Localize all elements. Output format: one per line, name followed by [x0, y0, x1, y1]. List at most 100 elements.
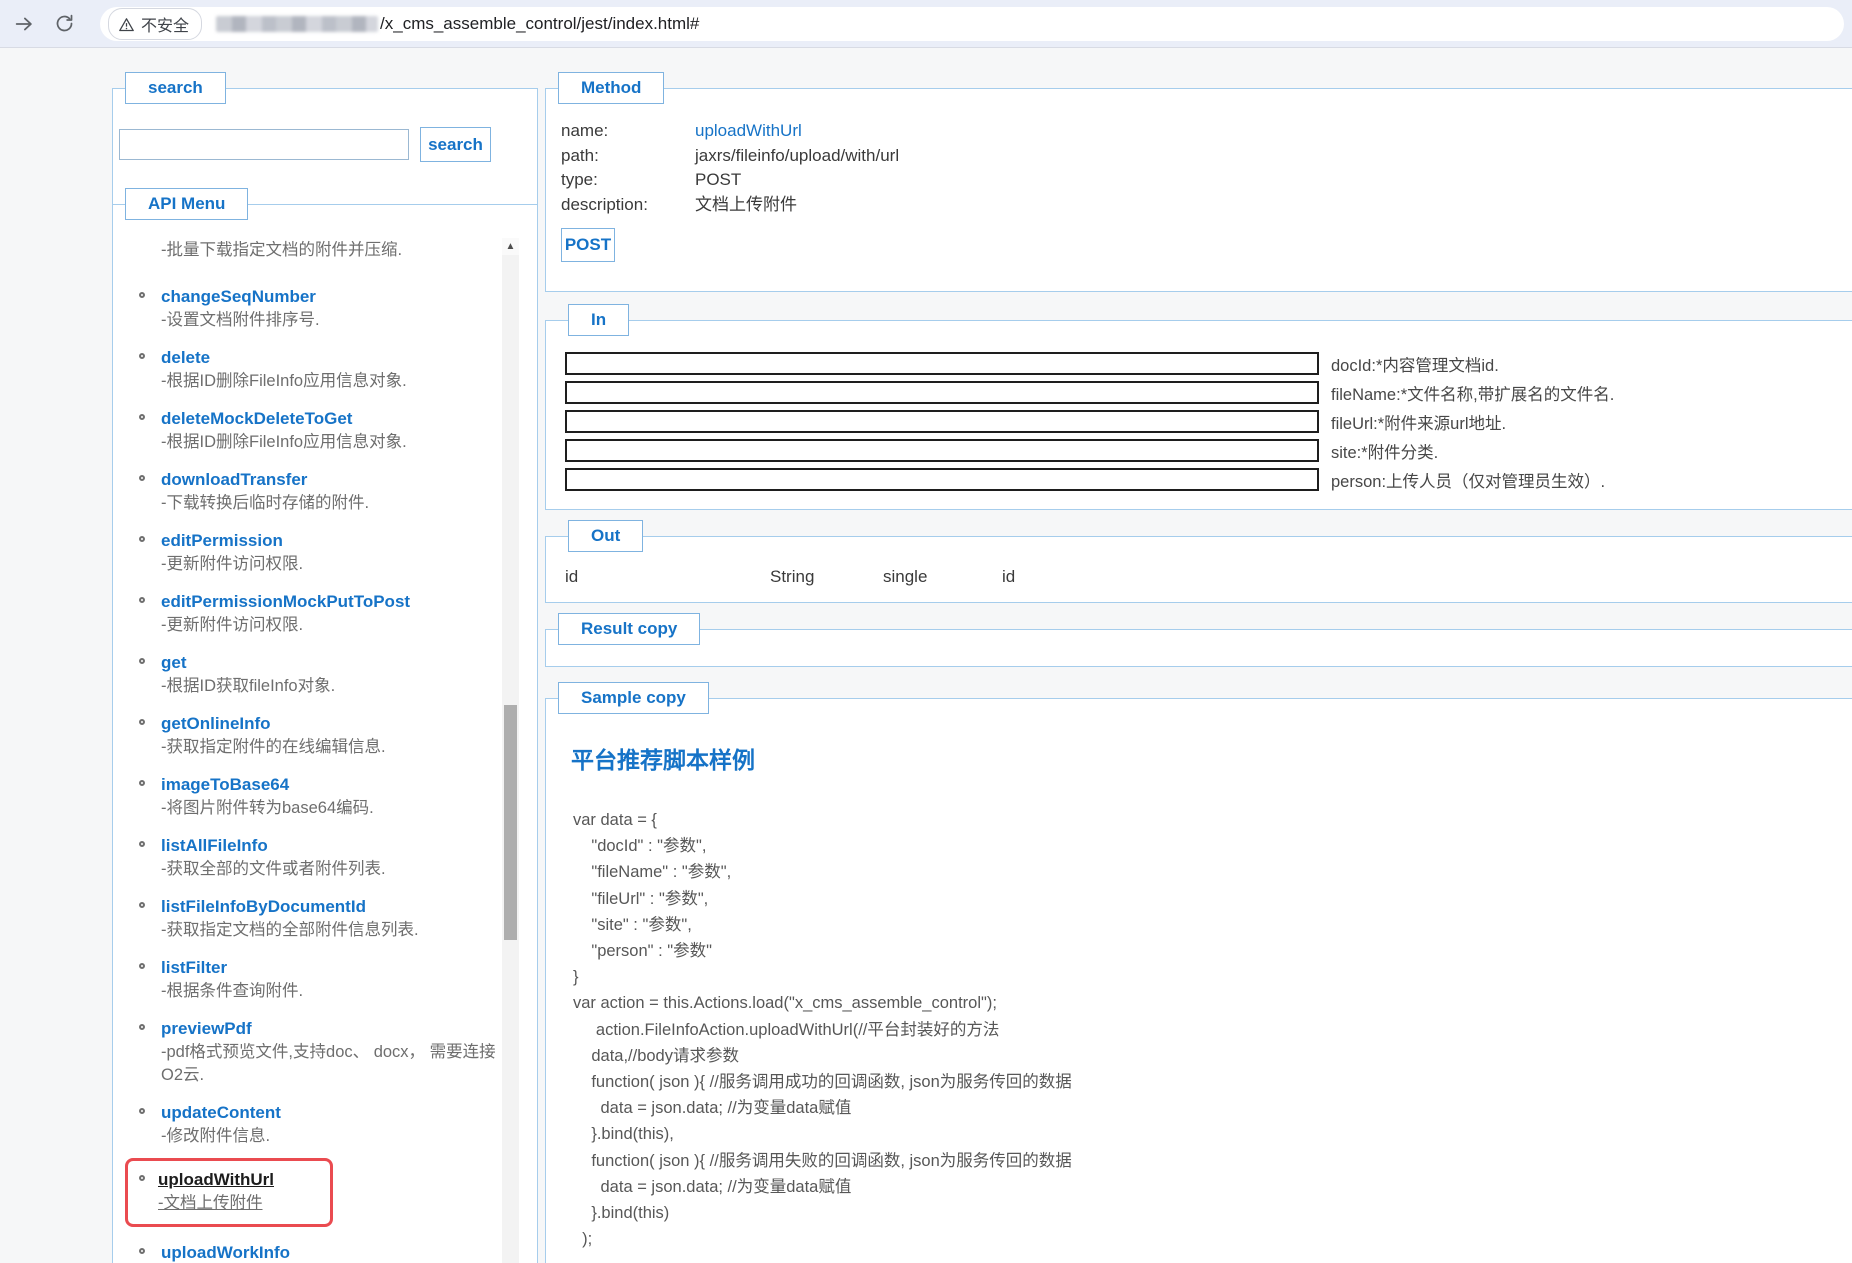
- code-line: data,//body请求参数: [573, 1046, 739, 1065]
- forward-arrow-icon: [13, 13, 35, 35]
- out-cell: single: [883, 567, 928, 586]
- url-bar[interactable]: 不安全 /x_cms_assemble_control/jest/index.h…: [100, 7, 1844, 41]
- reload-button[interactable]: [48, 8, 80, 40]
- method-field-path: path: jaxrs/fileinfo/upload/with/url: [561, 144, 899, 169]
- method-name-link[interactable]: uploadWithUrl: [695, 119, 802, 144]
- method-panel-legend: Method: [558, 72, 665, 104]
- code-line: function( json ){ //服务调用成功的回调函数, json为服务…: [573, 1073, 1072, 1092]
- field-label: description:: [561, 194, 648, 214]
- menu-item-description: -获取指定文档的全部附件信息列表.: [161, 921, 419, 939]
- menu-item: updateContent -修改附件信息.: [131, 1101, 501, 1148]
- bullet-circle-icon: [139, 780, 145, 786]
- code-line: "fileUrl" : "参数",: [573, 889, 709, 908]
- menu-item-description: -根据ID获取fileInfo对象.: [161, 677, 336, 695]
- menu-item-link[interactable]: listFileInfoByDocumentId: [161, 895, 366, 918]
- code-line: "site" : "参数",: [573, 915, 692, 934]
- menu-item-link[interactable]: imageToBase64: [161, 773, 289, 796]
- field-value: jaxrs/fileinfo/upload/with/url: [695, 145, 900, 165]
- code-line: function( json ){ //服务调用失败的回调函数, json为服务…: [573, 1151, 1072, 1170]
- browser-toolbar: 不安全 /x_cms_assemble_control/jest/index.h…: [0, 0, 1852, 48]
- reload-icon: [54, 13, 75, 34]
- bullet-circle-icon: [139, 658, 145, 664]
- method-field-name: name: uploadWithUrl: [561, 119, 899, 144]
- code-line: );: [573, 1230, 593, 1249]
- bullet-circle-icon: [139, 475, 145, 481]
- menu-item-link[interactable]: listAllFileInfo: [161, 834, 268, 857]
- code-line: var data = {: [573, 811, 657, 829]
- menu-item-link[interactable]: get: [161, 651, 187, 674]
- menu-item: previewPdf -pdf格式预览文件,支持doc、 docx， 需要连接O…: [131, 1017, 501, 1087]
- menu-item: getOnlineInfo -获取指定附件的在线编辑信息.: [131, 712, 501, 759]
- menu-item: imageToBase64 -将图片附件转为base64编码.: [131, 773, 501, 820]
- bullet-circle-icon: [139, 1175, 145, 1181]
- field-value: POST: [695, 170, 742, 189]
- sample-copy-panel: Sample copy 平台推荐脚本样例 var data = { "docId…: [545, 682, 1852, 1263]
- sample-copy-legend: Sample copy: [558, 682, 709, 714]
- menu-item-description: -更新附件访问权限.: [161, 616, 304, 634]
- menu-item-link[interactable]: deleteMockDeleteToGet: [161, 407, 352, 430]
- menu-item: editPermissionMockPutToPost -更新附件访问权限.: [131, 590, 501, 637]
- method-field-description: description: 文档上传附件: [561, 193, 899, 218]
- param-row: site:*附件分类.: [565, 439, 1614, 462]
- menu-item-link[interactable]: editPermissionMockPutToPost: [161, 590, 410, 613]
- menu-item: listFileInfoByDocumentId -获取指定文档的全部附件信息列…: [131, 895, 501, 942]
- code-line: }: [573, 968, 579, 987]
- result-copy-panel: Result copy: [545, 613, 1852, 667]
- menu-item-link[interactable]: listFilter: [161, 956, 227, 979]
- menu-item: get -根据ID获取fileInfo对象.: [131, 651, 501, 698]
- menu-item-link[interactable]: delete: [161, 346, 210, 369]
- code-line: }.bind(this),: [573, 1125, 674, 1144]
- menu-item-description: -根据ID删除FileInfo应用信息对象.: [161, 372, 407, 390]
- param-input[interactable]: [565, 468, 1319, 491]
- menu-item-link[interactable]: updateContent: [161, 1101, 281, 1124]
- blurred-host: [216, 16, 379, 32]
- param-description: fileName:*文件名称,带扩展名的文件名.: [1331, 385, 1615, 404]
- param-description: fileUrl:*附件来源url地址.: [1331, 414, 1507, 433]
- param-input[interactable]: [565, 439, 1319, 462]
- code-line: "docId" : "参数",: [573, 837, 707, 856]
- security-badge-label: 不安全: [141, 18, 190, 35]
- menu-item-link[interactable]: changeSeqNumber: [161, 285, 316, 308]
- menu-item-link[interactable]: getOnlineInfo: [161, 712, 271, 735]
- param-input[interactable]: [565, 410, 1319, 433]
- search-input[interactable]: [119, 129, 409, 160]
- api-menu-items: changeSeqNumber -设置文档附件排序号. delete -根据ID…: [125, 285, 501, 1263]
- in-panel-legend: In: [568, 304, 630, 336]
- param-row: fileUrl:*附件来源url地址.: [565, 410, 1614, 433]
- out-panel: Out id String single id: [545, 520, 1852, 603]
- method-panel: Method name: uploadWithUrl path: jaxrs/f…: [545, 72, 1852, 292]
- menu-item-link[interactable]: uploadWorkInfo: [161, 1241, 290, 1263]
- menu-item: downloadTransfer -下载转换后临时存储的附件.: [131, 468, 501, 515]
- out-row: id String single id: [565, 567, 1015, 587]
- post-execute-button[interactable]: POST: [561, 228, 615, 262]
- menu-item-link[interactable]: previewPdf: [161, 1017, 252, 1040]
- param-input[interactable]: [565, 381, 1319, 404]
- menu-scrollbar: ▲: [502, 238, 519, 1263]
- bullet-circle-icon: [139, 902, 145, 908]
- bullet-circle-icon: [139, 597, 145, 603]
- param-input[interactable]: [565, 352, 1319, 375]
- result-copy-legend: Result copy: [558, 613, 701, 645]
- menu-item-description: -根据条件查询附件.: [161, 982, 304, 1000]
- scrollbar-thumb[interactable]: [504, 705, 517, 940]
- scrollbar-track[interactable]: [502, 255, 519, 1263]
- bullet-circle-icon: [139, 353, 145, 359]
- menu-item: listFilter -根据条件查询附件.: [131, 956, 501, 1003]
- page: 不安全 /x_cms_assemble_control/jest/index.h…: [0, 0, 1852, 1263]
- search-button[interactable]: search: [420, 127, 491, 162]
- out-cell: id: [565, 567, 579, 586]
- menu-item-link[interactable]: downloadTransfer: [161, 468, 307, 491]
- forward-button[interactable]: [8, 8, 40, 40]
- menu-item-description: -下载转换后临时存储的附件.: [161, 494, 370, 512]
- scrollbar-up-button[interactable]: ▲: [502, 238, 519, 255]
- bullet-circle-icon: [139, 1024, 145, 1030]
- bullet-circle-icon: [139, 1248, 145, 1254]
- menu-item-link[interactable]: uploadWithUrl: [158, 1168, 274, 1191]
- api-menu-panel: API Menu -批量下载指定文档的附件并压缩. changeSeqNumbe…: [112, 188, 538, 1263]
- bullet-circle-icon: [139, 414, 145, 420]
- param-description: site:*附件分类.: [1331, 443, 1439, 462]
- out-panel-legend: Out: [568, 520, 644, 552]
- security-badge[interactable]: 不安全: [108, 8, 203, 40]
- menu-item-link[interactable]: editPermission: [161, 529, 283, 552]
- menu-item-partial-description: -批量下载指定文档的附件并压缩.: [161, 241, 403, 259]
